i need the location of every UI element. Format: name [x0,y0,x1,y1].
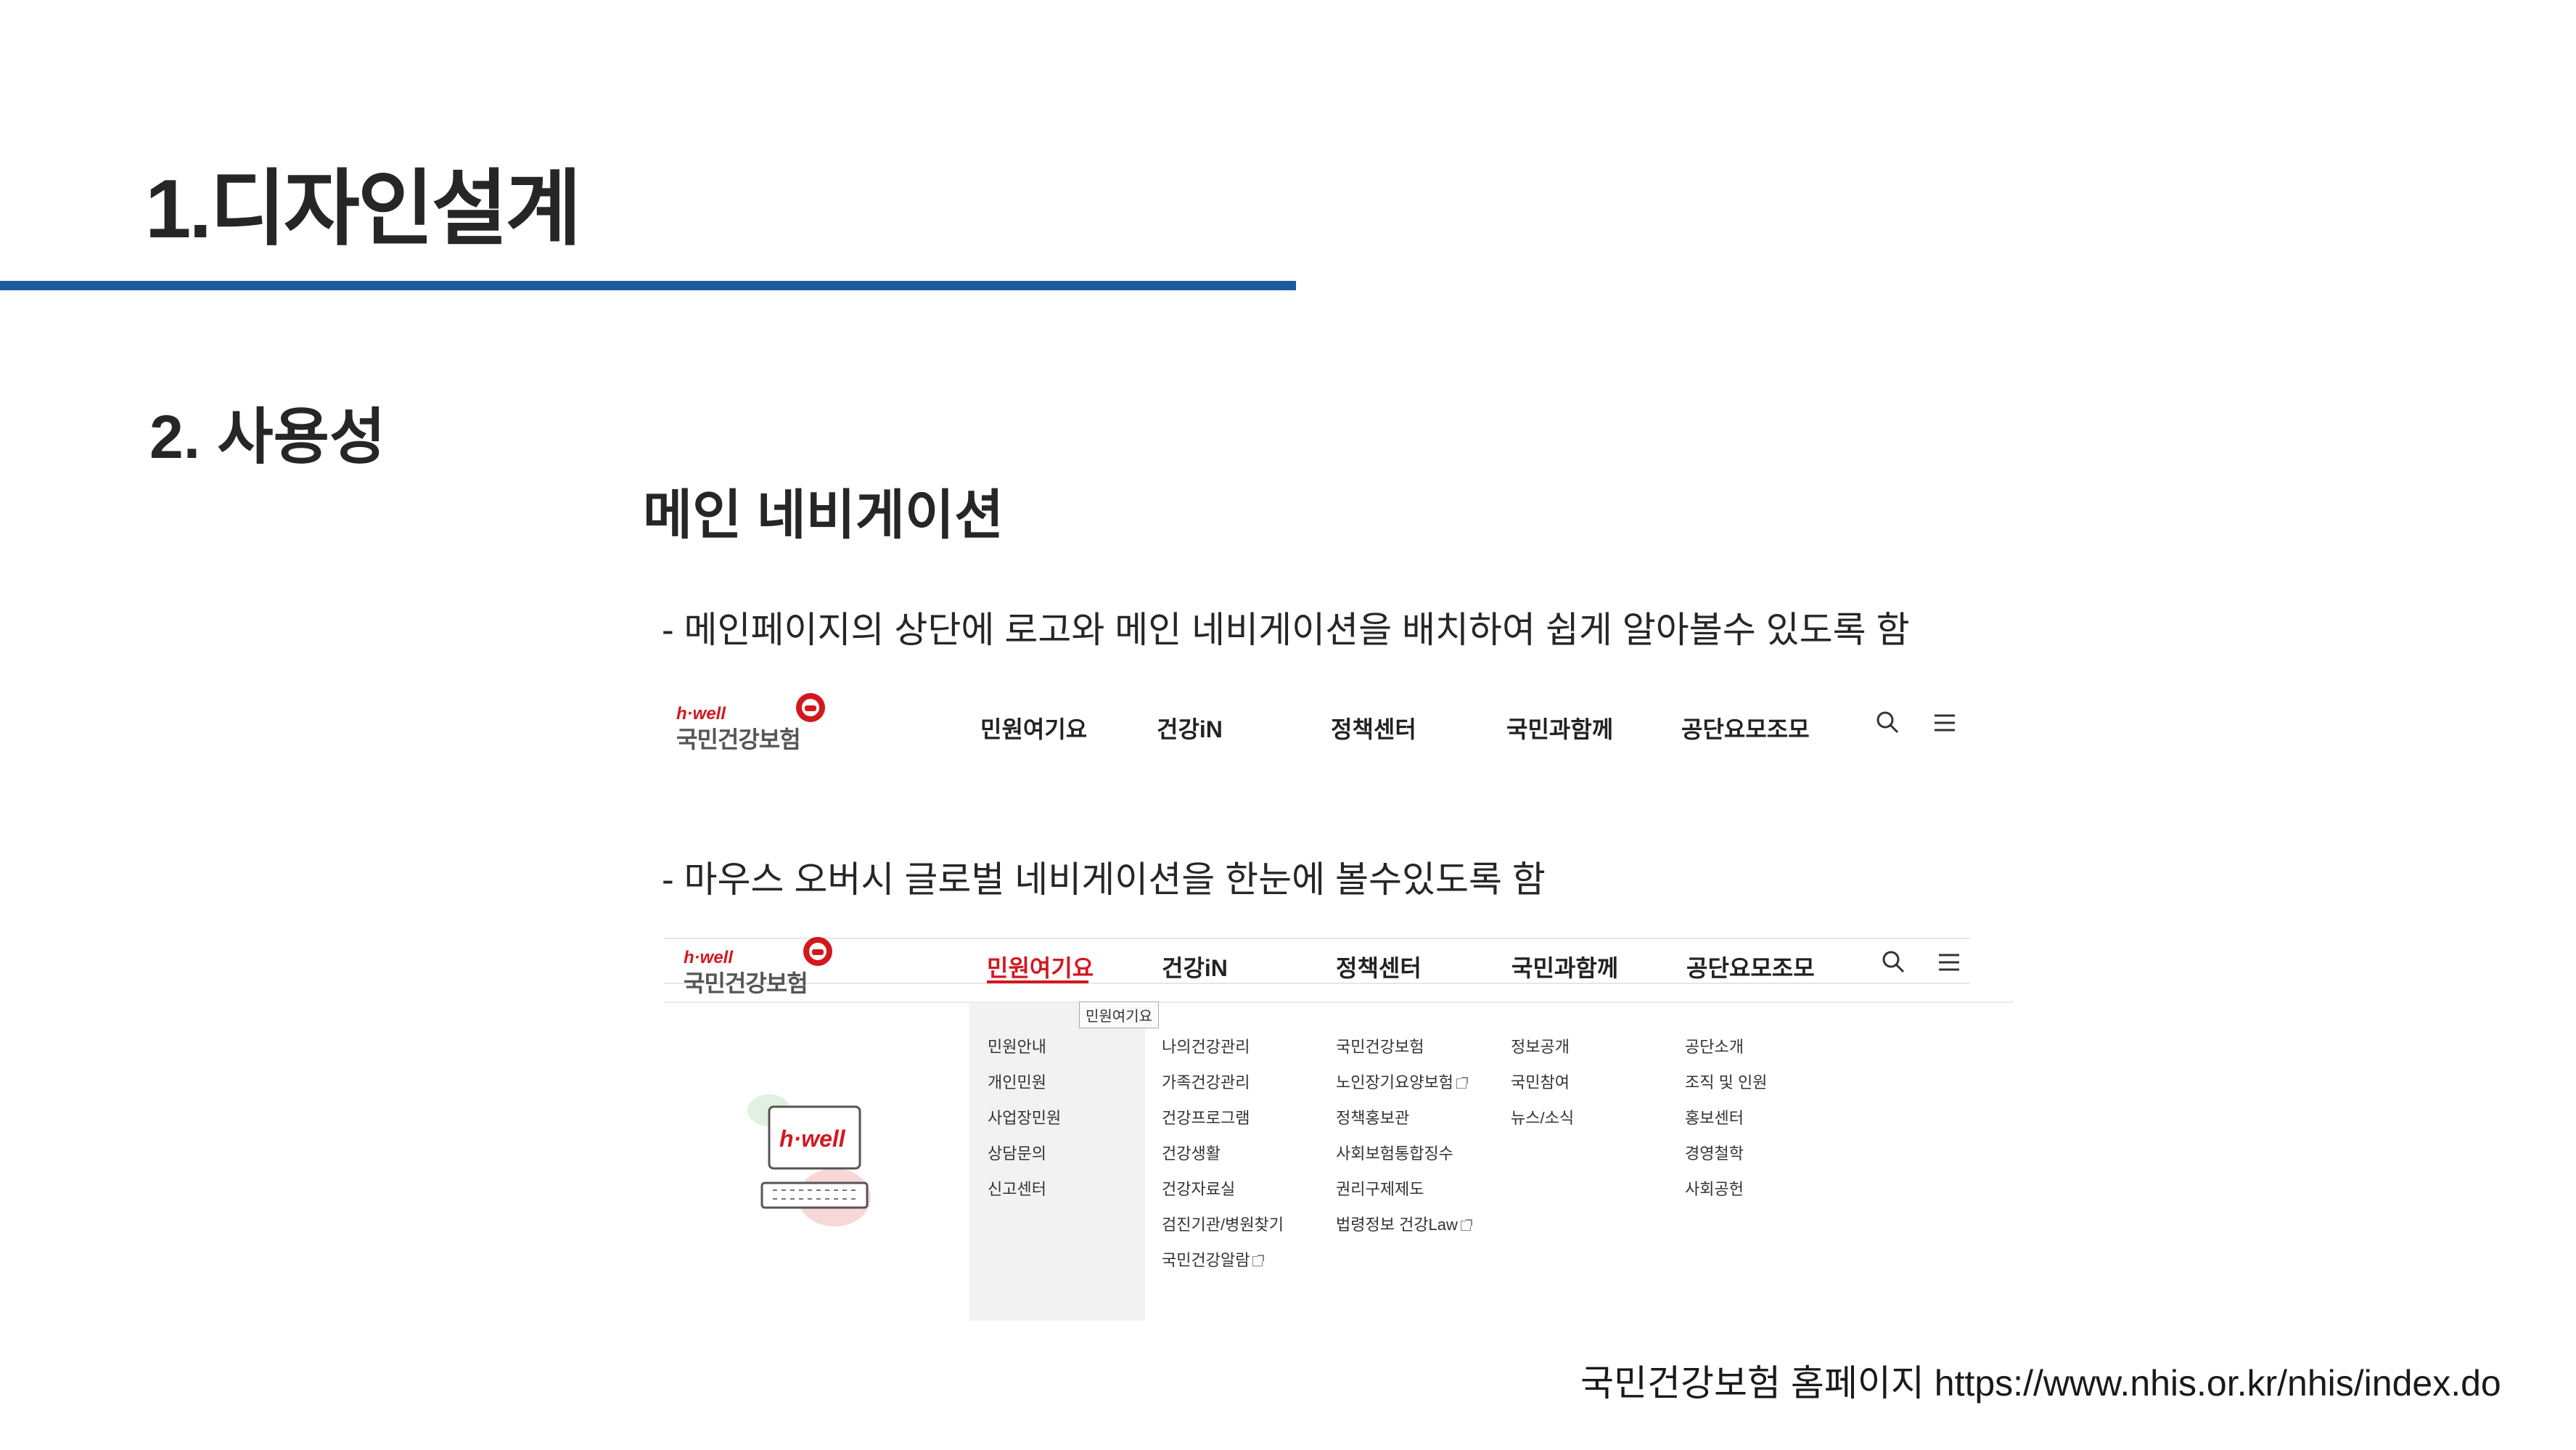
description-1: - 메인페이지의 상단에 로고와 메인 네비게이션을 배치하여 쉽게 알아볼수 … [662,610,1910,650]
menu-item[interactable]: 홍보센터 [1685,1105,1744,1129]
title-divider [0,281,1296,290]
menu-item[interactable]: 권리구제제도 [1336,1176,1424,1200]
menu-item[interactable]: 경영철학 [1685,1141,1744,1164]
menu-item[interactable]: 조직 및 인원 [1685,1070,1767,1093]
menu-item[interactable]: 상담문의 [988,1141,1046,1164]
nav-item-about[interactable]: 공단요모조모 [1686,950,1815,983]
search-icon[interactable] [1881,949,1906,974]
menu-item-external[interactable]: 법령정보 건강Law [1336,1212,1472,1235]
search-icon[interactable] [1875,710,1900,734]
description-2: - 마우스 오버시 글로벌 네비게이션을 한눈에 볼수있도록 함 [662,859,1546,900]
page-title: 1.디자인설계 [145,163,581,255]
external-link-icon [1460,1219,1472,1232]
menu-item[interactable]: 가족건강관리 [1162,1070,1250,1093]
active-nav-underline [987,980,1088,983]
menu-item[interactable]: 신고센터 [988,1176,1046,1200]
menu-icon[interactable] [1933,713,1956,733]
logo-name: 국민건강보험 [684,970,808,996]
source-note: 국민건강보험 홈페이지 https://www.nhis.or.kr/nhis/… [1580,1363,2501,1404]
menu-item[interactable]: 정보공개 [1511,1034,1570,1057]
menu-item[interactable]: 정책홍보관 [1336,1105,1409,1129]
computer-illustration [747,1094,871,1226]
menu-item[interactable]: 뉴스/소식 [1511,1105,1574,1129]
menu-item-external[interactable]: 국민건강알람 [1162,1248,1265,1271]
site-logo[interactable]: h·well 국민건강보험 [676,693,850,753]
menu-divider [664,1002,2014,1003]
menu-item-label: 노인장기요양보험 [1336,1073,1453,1091]
menu-item-label: 국민건강알람 [1162,1251,1250,1269]
nav-item-minwon[interactable]: 민원여기요 [980,711,1087,745]
tooltip: 민원여기요 [1079,1002,1159,1028]
menu-item[interactable]: 국민건강보험 [1336,1034,1424,1057]
menu-item-label: 법령정보 건강Law [1336,1216,1458,1234]
menu-item[interactable]: 공단소개 [1685,1034,1744,1057]
nav-item-minwon-active[interactable]: 민원여기요 [987,950,1094,983]
external-link-icon [1456,1077,1468,1089]
menu-item[interactable]: 건강생활 [1162,1141,1221,1164]
logo-name: 국민건강보험 [676,726,801,753]
nav-item-together[interactable]: 국민과함께 [1511,950,1618,983]
menu-item[interactable]: 사회공헌 [1685,1176,1744,1200]
site-logo[interactable]: h·well 국민건강보험 [684,937,858,996]
menu-item[interactable]: 검진기관/병원찾기 [1162,1212,1284,1235]
section-title: 2. 사용성 [149,403,386,471]
menu-item[interactable]: 사회보험통합징수 [1336,1141,1453,1164]
nav-item-health-in[interactable]: 건강iN [1157,711,1223,745]
external-link-icon [1252,1255,1265,1267]
nav-item-policy[interactable]: 정책센터 [1331,711,1416,745]
nav-item-together[interactable]: 국민과함께 [1506,711,1613,745]
logo-mark-icon [796,693,825,722]
nav-item-health-in[interactable]: 건강iN [1162,950,1228,983]
menu-item[interactable]: 국민참여 [1511,1070,1570,1093]
menu-item[interactable]: 개인민원 [988,1070,1046,1093]
menu-icon[interactable] [1937,952,1961,972]
logo-mark-icon [803,937,832,966]
menu-item[interactable]: 민원안내 [988,1034,1046,1057]
menu-item[interactable]: 건강자료실 [1162,1176,1235,1200]
menu-item[interactable]: 건강프로그램 [1162,1105,1250,1129]
menu-item[interactable]: 사업장민원 [988,1105,1061,1129]
menu-item[interactable]: 나의건강관리 [1162,1034,1250,1057]
nav-item-about[interactable]: 공단요모조모 [1681,711,1810,745]
illustration-label: h·well [779,1126,845,1152]
menu-item-external[interactable]: 노인장기요양보험 [1336,1070,1468,1093]
nav-item-policy[interactable]: 정책센터 [1336,950,1422,983]
sub-title: 메인 네비게이션 [643,485,1004,545]
